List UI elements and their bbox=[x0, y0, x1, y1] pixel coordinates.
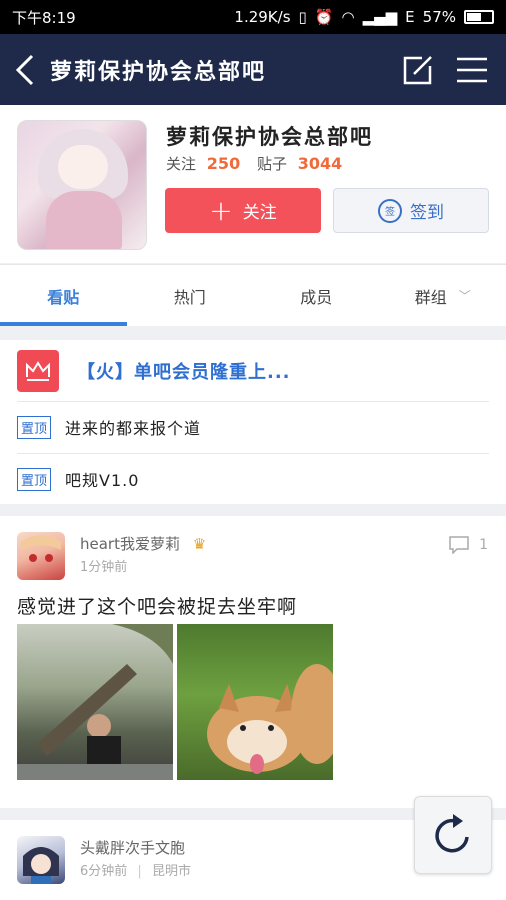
divider bbox=[17, 453, 489, 454]
post-card[interactable]: heart我爱萝莉 ♛ 1分钟前 1 感觉进了这个吧会被捉去坐牢啊 bbox=[0, 516, 506, 808]
comment-icon bbox=[449, 536, 469, 554]
top-nav-bar: 萝莉保护协会总部吧 bbox=[0, 34, 506, 105]
post-username-text: heart我爱萝莉 bbox=[80, 535, 180, 553]
forum-name: 萝莉保护协会总部吧 bbox=[166, 125, 373, 149]
forum-stats: 关注 250 贴子 3044 bbox=[166, 153, 354, 174]
follow-button-label: 关注 bbox=[242, 203, 277, 223]
forum-avatar bbox=[17, 120, 147, 250]
nav-title: 萝莉保护协会总部吧 bbox=[50, 59, 267, 85]
tab-members-label: 成员 bbox=[300, 287, 333, 307]
chevron-down-icon: ﹀ bbox=[458, 289, 471, 303]
comment-count[interactable]: 1 bbox=[449, 536, 488, 554]
follow-count: 250 bbox=[206, 154, 241, 173]
post-username[interactable]: 头戴胖次手文胞 bbox=[80, 837, 185, 858]
forum-header: 萝莉保护协会总部吧 关注 250 贴子 3044 + 关注 签 签到 bbox=[0, 105, 506, 263]
battery-percent: 57% bbox=[422, 8, 456, 26]
tab-groups-label: 群组 bbox=[414, 287, 447, 307]
pinned-tag: 置顶 bbox=[17, 467, 52, 491]
divider bbox=[17, 401, 489, 402]
crown-badge-icon: ♛ bbox=[192, 535, 207, 553]
post-username[interactable]: heart我爱萝莉 ♛ bbox=[80, 533, 206, 554]
post-location: 昆明市 bbox=[151, 864, 191, 879]
refresh-button[interactable] bbox=[414, 796, 492, 874]
crown-icon bbox=[17, 350, 59, 392]
tab-posts-label: 看贴 bbox=[47, 287, 80, 307]
status-time: 下午8:19 bbox=[12, 8, 76, 27]
posts-label: 贴子 bbox=[256, 155, 287, 173]
back-button[interactable] bbox=[0, 34, 50, 105]
sign-badge-icon: 签 bbox=[378, 198, 402, 223]
follow-label: 关注 bbox=[166, 155, 197, 173]
posts-count: 3044 bbox=[297, 154, 343, 173]
post-image[interactable] bbox=[177, 624, 333, 780]
pinned-headline: 【火】单吧会员隆重上... bbox=[77, 362, 291, 383]
network-speed: 1.29K/s bbox=[234, 8, 291, 26]
compose-icon bbox=[403, 55, 432, 84]
status-bar: 下午8:19 1.29K/s ▯ ⏰ ◠ ▂▄▆ E 57% bbox=[0, 0, 506, 34]
tab-members[interactable]: 成员 bbox=[253, 265, 380, 326]
post-time: 6分钟前 | 昆明市 bbox=[80, 864, 191, 879]
menu-icon bbox=[457, 57, 487, 82]
signal-icon: ▂▄▆ bbox=[362, 8, 398, 26]
wifi-icon: ◠ bbox=[341, 8, 355, 26]
back-arrow-icon bbox=[15, 54, 34, 85]
pinned-item-text: 吧规V1.0 bbox=[65, 471, 140, 490]
sign-in-button[interactable]: 签 签到 bbox=[333, 188, 489, 233]
tab-hot-label: 热门 bbox=[173, 287, 206, 307]
post-time-text: 6分钟前 bbox=[80, 864, 128, 879]
follow-button[interactable]: + 关注 bbox=[165, 188, 321, 233]
post-content: 感觉进了这个吧会被捉去坐牢啊 bbox=[17, 596, 298, 618]
compose-button[interactable] bbox=[402, 54, 434, 86]
post-image[interactable] bbox=[17, 624, 173, 780]
plus-icon: + bbox=[209, 193, 233, 227]
refresh-icon bbox=[435, 814, 469, 853]
alarm-icon: ⏰ bbox=[314, 8, 334, 26]
battery-icon bbox=[464, 10, 494, 24]
avatar[interactable] bbox=[17, 836, 65, 884]
tab-groups[interactable]: 群组 ﹀ bbox=[380, 265, 506, 326]
sign-button-label: 签到 bbox=[410, 203, 444, 223]
pinned-section: 【火】单吧会员隆重上... 置顶 进来的都来报个道 置顶 吧规V1.0 bbox=[0, 340, 506, 504]
tab-hot[interactable]: 热门 bbox=[127, 265, 254, 326]
pinned-item[interactable]: 置顶 吧规V1.0 bbox=[17, 462, 489, 496]
tab-bar: 看贴 热门 成员 群组 ﹀ bbox=[0, 264, 506, 326]
vibrate-icon: ▯ bbox=[298, 8, 307, 26]
pinned-tag: 置顶 bbox=[17, 415, 52, 439]
pinned-headline-row[interactable]: 【火】单吧会员隆重上... bbox=[17, 350, 489, 392]
network-type: E bbox=[405, 8, 415, 26]
avatar[interactable] bbox=[17, 532, 65, 580]
menu-button[interactable] bbox=[456, 54, 488, 86]
tab-posts[interactable]: 看贴 bbox=[0, 265, 127, 326]
post-time: 1分钟前 bbox=[80, 560, 128, 575]
comment-count-text: 1 bbox=[479, 537, 488, 553]
pinned-item[interactable]: 置顶 进来的都来报个道 bbox=[17, 410, 489, 444]
pinned-item-text: 进来的都来报个道 bbox=[65, 419, 202, 438]
